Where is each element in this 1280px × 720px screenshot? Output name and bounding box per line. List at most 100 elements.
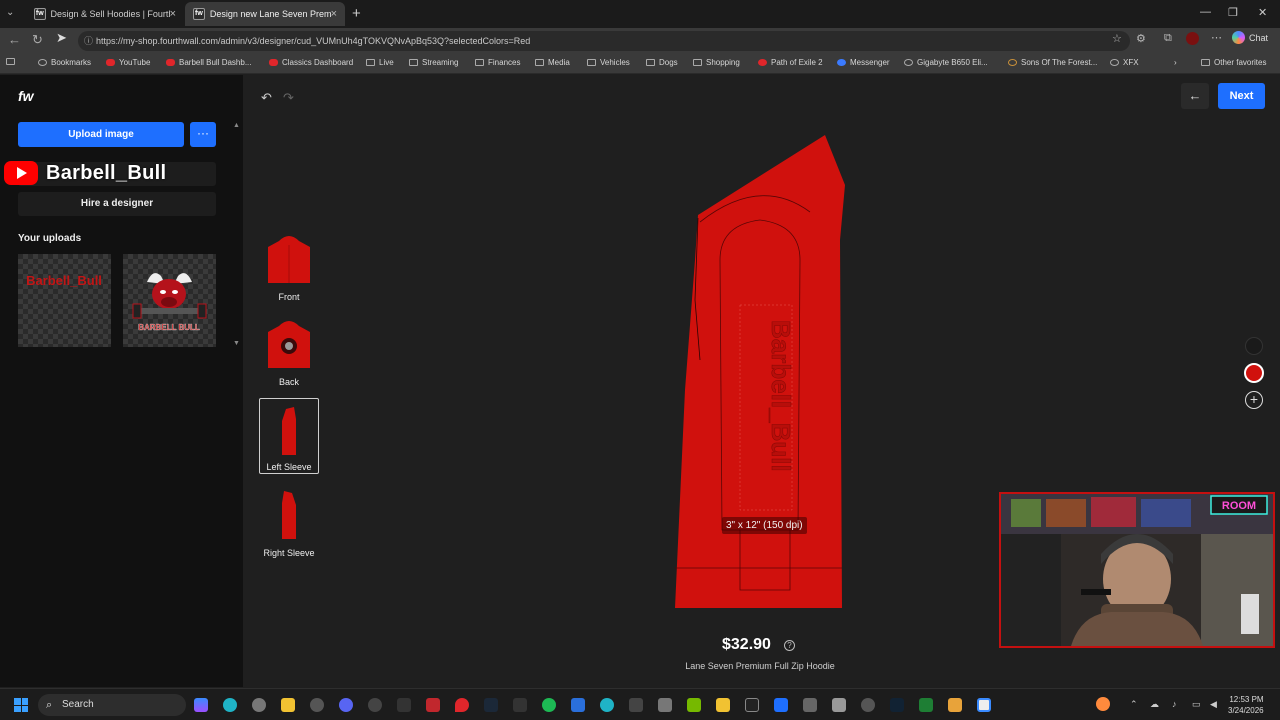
bookmarks-sidebar-icon[interactable]	[6, 58, 19, 65]
excel-app-icon[interactable]	[919, 698, 933, 712]
view-front[interactable]: Front	[259, 227, 319, 303]
color-swatch-black[interactable]	[1245, 337, 1263, 355]
nvidia-app-icon[interactable]	[687, 698, 701, 712]
copilot-app-icon[interactable]	[194, 698, 208, 712]
bookmark-other-favorites[interactable]: Other favorites	[1201, 58, 1266, 67]
taskbar-search[interactable]: ⌕ Search	[38, 694, 186, 716]
notes-app-icon[interactable]	[716, 698, 730, 712]
price-info-icon[interactable]: ?	[784, 640, 795, 651]
hire-designer-button[interactable]: Hire a designer	[18, 192, 216, 216]
bookmark-vehicles[interactable]: Vehicles	[587, 58, 630, 67]
folder-icon	[587, 59, 596, 66]
upload-1-text: Barbell_Bull	[26, 273, 102, 288]
edge-app-icon[interactable]	[223, 698, 237, 712]
app-icon-22[interactable]	[832, 698, 846, 712]
close-window-icon[interactable]: ✕	[1258, 6, 1267, 19]
bookmark-live[interactable]: Live	[366, 58, 394, 67]
color-swatch-red-selected[interactable]	[1244, 363, 1264, 383]
reload-icon[interactable]: ↻	[32, 32, 43, 48]
spotify-app-icon[interactable]	[542, 698, 556, 712]
bookmark-shopping[interactable]: Shopping	[693, 58, 740, 67]
new-tab-plus-icon[interactable]: +	[352, 5, 361, 22]
minimize-icon[interactable]: —	[1200, 6, 1211, 18]
next-button[interactable]: Next	[1218, 83, 1265, 109]
settings-more-icon[interactable]: ⋯	[1211, 31, 1222, 44]
bookmark-bookmarks[interactable]: Bookmarks	[38, 58, 91, 67]
app-icon-6[interactable]	[368, 698, 382, 712]
app-icon-21[interactable]	[803, 698, 817, 712]
redo-icon[interactable]: ↷	[283, 90, 294, 106]
app-icon-23[interactable]	[861, 698, 875, 712]
collections-icon[interactable]: ⧉	[1164, 32, 1172, 45]
tab-fourthwall-hoodies[interactable]: fw Design & Sell Hoodies | Fourthwall ×	[26, 2, 184, 26]
bookmarks-overflow-chevron-icon[interactable]: ›	[1174, 58, 1177, 67]
tab-list-chevron-icon[interactable]: ⌄	[6, 7, 14, 18]
bookmark-gigabyte[interactable]: Gigabyte B650 Eli...	[904, 58, 988, 67]
calculator-app-icon[interactable]	[629, 698, 643, 712]
bookmark-sons-of-the-forest[interactable]: Sons Of The Forest...	[1008, 58, 1097, 67]
bookmark-messenger[interactable]: Messenger	[837, 58, 890, 67]
bookmark-path-of-exile[interactable]: Path of Exile 2	[758, 58, 823, 67]
app-icon-24[interactable]	[890, 698, 904, 712]
app-icon-11[interactable]	[513, 698, 527, 712]
profile-avatar[interactable]	[1186, 32, 1199, 45]
discord-app-icon[interactable]	[339, 698, 353, 712]
upload-thumbnail-logo[interactable]: BARBELL BULL	[123, 254, 216, 347]
tray-expand-icon[interactable]: ⌃	[1130, 699, 1138, 710]
scroll-down-icon[interactable]: ▼	[233, 340, 240, 347]
more-options-button[interactable]: ···	[190, 122, 216, 147]
url-input[interactable]: ⓘ https://my-shop.fourthwall.com/admin/v…	[78, 31, 1130, 51]
sidebar-scrollbar[interactable]: ▲ ▼	[233, 122, 241, 347]
obs-app-icon[interactable]	[310, 698, 324, 712]
close-tab-icon[interactable]: ×	[331, 8, 337, 20]
bookmark-barbell-bull[interactable]: Barbell Bull Dashb...	[166, 58, 251, 67]
taskbar-clock[interactable]: 12:53 PM 3/24/2026	[1228, 694, 1264, 716]
app-icon-19[interactable]	[745, 698, 759, 712]
back-arrow-icon[interactable]: ←	[8, 32, 21, 47]
file-explorer-icon[interactable]	[281, 698, 295, 712]
bookmark-finances[interactable]: Finances	[475, 58, 520, 67]
app-icon-7[interactable]	[397, 698, 411, 712]
app-icon-27[interactable]	[977, 698, 991, 712]
edge-dev-app-icon[interactable]	[600, 698, 614, 712]
app-icon-26[interactable]	[948, 698, 962, 712]
fourthwall-logo[interactable]: fw	[18, 88, 34, 104]
view-back[interactable]: Back	[259, 312, 319, 388]
favorite-star-icon[interactable]: ☆	[1112, 32, 1122, 45]
tray-notification-icon[interactable]	[1096, 697, 1110, 711]
app-icon-8[interactable]	[426, 698, 440, 712]
view-right-sleeve[interactable]: Right Sleeve	[259, 483, 319, 559]
onedrive-cloud-icon[interactable]: ☁	[1150, 699, 1159, 710]
bookmark-label: Barbell Bull Dashb...	[179, 58, 252, 67]
windows-start-icon[interactable]	[14, 698, 28, 712]
app-icon-20[interactable]	[774, 698, 788, 712]
extensions-icon[interactable]: ⚙	[1136, 32, 1146, 45]
sleeve-print-text[interactable]: Barbell_Bull	[766, 320, 797, 472]
undo-icon[interactable]: ↶	[261, 90, 272, 106]
app-icon-16[interactable]	[658, 698, 672, 712]
back-button[interactable]: ←	[1181, 83, 1209, 109]
tab-design-lane-seven[interactable]: fw Design new Lane Seven Premium F ×	[185, 2, 345, 26]
copilot-chat-button[interactable]: Chat	[1232, 31, 1268, 44]
channel-name: Barbell_Bull	[46, 161, 167, 184]
add-color-plus-icon[interactable]: +	[1245, 391, 1263, 409]
maps-app-icon[interactable]	[455, 698, 469, 712]
scroll-up-icon[interactable]: ▲	[233, 122, 240, 129]
bookmark-dogs[interactable]: Dogs	[646, 58, 678, 67]
volume-icon[interactable]: ◀	[1210, 699, 1217, 710]
bookmark-xfx[interactable]: XFX	[1110, 58, 1139, 67]
microphone-icon[interactable]: ♪	[1172, 699, 1177, 709]
bookmark-classics[interactable]: Classics Dashboard	[269, 58, 353, 67]
upload-thumbnail-text[interactable]: Barbell_Bull	[18, 254, 111, 347]
steam-app-icon[interactable]	[484, 698, 498, 712]
settings-app-icon[interactable]	[252, 698, 266, 712]
bookmark-youtube[interactable]: YouTube	[106, 58, 150, 67]
bookmark-media[interactable]: Media	[535, 58, 570, 67]
view-left-sleeve[interactable]: Left Sleeve	[259, 398, 319, 474]
app-icon-13[interactable]	[571, 698, 585, 712]
upload-image-button[interactable]: Upload image	[18, 122, 184, 147]
restore-icon[interactable]: ❐	[1228, 6, 1238, 19]
close-tab-icon[interactable]: ×	[170, 8, 176, 20]
bookmark-streaming[interactable]: Streaming	[409, 58, 458, 67]
network-icon[interactable]: ▭	[1192, 699, 1201, 710]
